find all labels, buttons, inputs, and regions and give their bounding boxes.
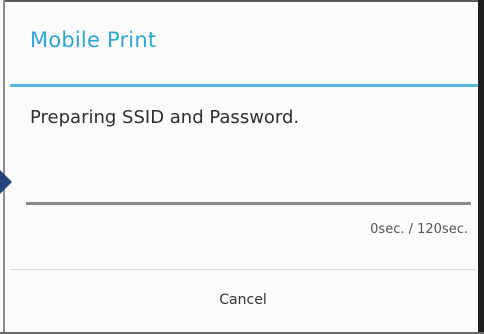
progress-timer-text: 0sec. / 120sec. <box>370 222 468 237</box>
photo-border-right <box>478 0 484 334</box>
title-divider <box>10 84 478 87</box>
arrow-right-icon <box>0 170 12 194</box>
screen-frame: Mobile Print Preparing SSID and Password… <box>0 0 484 334</box>
photo-border-top <box>4 0 480 2</box>
status-message: Preparing SSID and Password. <box>30 107 300 128</box>
photo-border-left <box>3 0 5 334</box>
progress-bar <box>26 202 471 205</box>
dialog-title: Mobile Print <box>30 28 157 52</box>
cancel-button[interactable]: Cancel <box>10 271 476 329</box>
button-divider <box>10 269 476 270</box>
